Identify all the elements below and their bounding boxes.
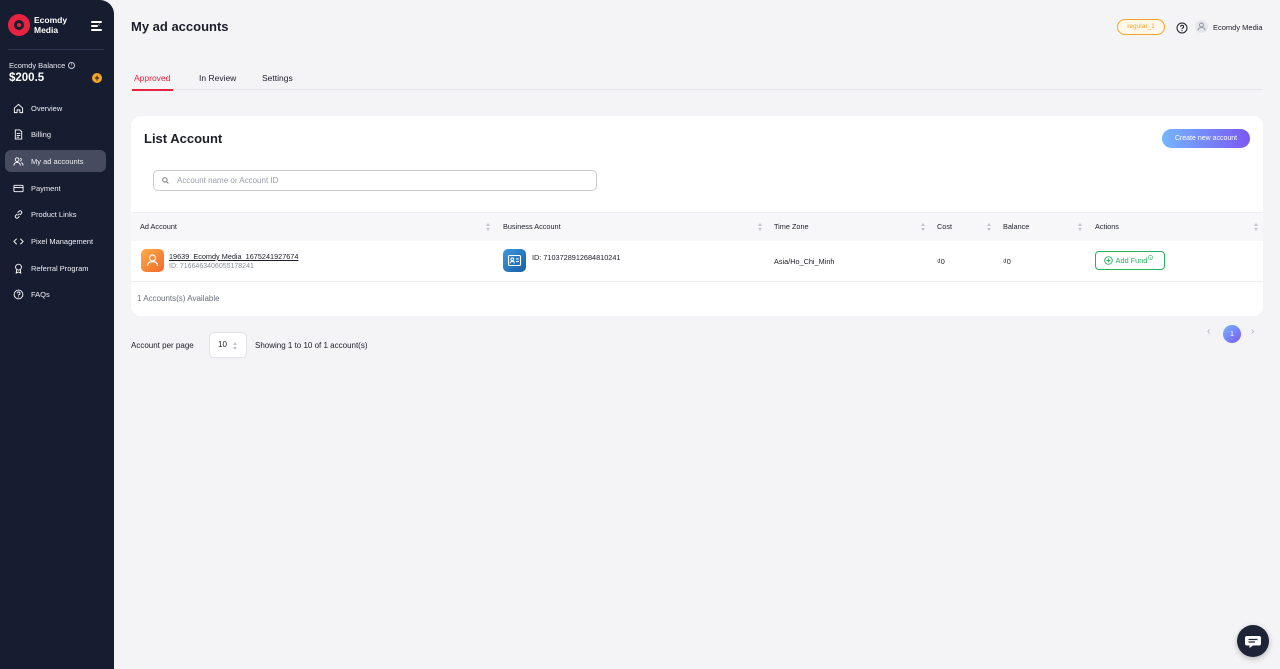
collapse-menu-icon[interactable]	[91, 20, 103, 32]
column-cost[interactable]: Cost	[937, 222, 952, 231]
document-icon	[13, 129, 24, 140]
sidebar-item-billing[interactable]: Billing	[5, 124, 106, 146]
ad-account-id: ID: 7166463406055178241	[169, 263, 254, 270]
sidebar-item-label: Billing	[31, 130, 52, 140]
add-fund-label: Add Fund	[1115, 256, 1148, 265]
user-level-badge: regular_1	[1117, 19, 1165, 35]
sort-icon[interactable]	[758, 223, 762, 231]
info-icon[interactable]: i	[68, 62, 76, 69]
per-page-select[interactable]: 10	[209, 332, 247, 358]
previous-page-button[interactable]: ‹	[1207, 326, 1210, 337]
chat-icon	[1245, 636, 1261, 648]
brand-name: Ecomdy Media	[34, 15, 68, 35]
sidebar-item-label: Pixel Management	[31, 236, 94, 246]
user-avatar[interactable]	[1195, 20, 1208, 33]
cost-cell: ₫0	[937, 257, 945, 266]
balance-label: Ecomdy Balance i	[9, 61, 76, 70]
page-title: My ad accounts	[131, 19, 229, 34]
sort-icon[interactable]	[1254, 223, 1258, 231]
table-row: 19639_Ecomdy Media_1675241927674 ID: 716…	[131, 241, 1263, 282]
credit-card-icon	[13, 183, 24, 194]
time-zone-cell: Asia/Ho_Chi_Minh	[774, 257, 835, 266]
add-balance-button[interactable]: +	[92, 73, 102, 83]
user-icon	[1197, 22, 1206, 31]
sidebar: Ecomdy Media Ecomdy Balance i $200.5 + O…	[0, 0, 114, 669]
sidebar-item-product-links[interactable]: Product Links	[5, 204, 106, 226]
sidebar-item-label: Payment	[31, 183, 61, 193]
showing-range-text: Showing 1 to 10 of 1 account(s)	[255, 341, 368, 350]
column-ad-account[interactable]: Ad Account	[140, 222, 177, 231]
search-icon	[162, 177, 169, 184]
sidebar-item-referral-program[interactable]: Referral Program	[5, 257, 106, 279]
brand[interactable]: Ecomdy Media	[8, 14, 74, 36]
business-account-avatar	[503, 249, 526, 272]
add-fund-button[interactable]: Add Fund	[1095, 251, 1165, 270]
sort-icon[interactable]	[921, 223, 925, 231]
accounts-available-count: 1 Accounts(s) Available	[137, 294, 220, 303]
next-page-button[interactable]: ›	[1251, 326, 1254, 337]
plus-circle-icon	[1103, 256, 1113, 265]
sidebar-item-label: Product Links	[31, 210, 77, 220]
help-icon[interactable]	[1176, 21, 1188, 34]
table-header: Ad Account Business Account Time Zone Co…	[131, 212, 1263, 241]
id-card-icon	[507, 254, 522, 267]
user-name[interactable]: Ecomdy Media	[1213, 23, 1263, 32]
sort-icon[interactable]	[1078, 223, 1082, 231]
business-account-id: ID: 7103728912684810241	[532, 253, 621, 262]
sidebar-item-overview[interactable]: Overview	[5, 97, 106, 119]
sidebar-item-label: My ad accounts	[31, 156, 84, 166]
sidebar-item-my-ad-accounts[interactable]: My ad accounts	[5, 150, 106, 173]
award-icon	[13, 263, 24, 274]
search-box	[153, 170, 597, 191]
info-icon	[1148, 255, 1154, 260]
ecomdy-logo-icon	[8, 14, 30, 36]
column-balance[interactable]: Balance	[1003, 222, 1029, 231]
tab-in-review[interactable]: In Review	[199, 73, 236, 90]
search-input[interactable]	[177, 176, 577, 185]
tab-settings[interactable]: Settings	[262, 73, 293, 90]
sidebar-item-label: Referral Program	[31, 263, 89, 273]
select-arrows-icon	[233, 342, 237, 350]
code-icon	[13, 236, 24, 247]
link-icon	[13, 209, 24, 220]
column-actions: Actions	[1095, 222, 1119, 231]
column-business-account[interactable]: Business Account	[503, 222, 561, 231]
sidebar-item-label: Overview	[31, 103, 63, 113]
sidebar-item-faqs[interactable]: FAQs	[5, 284, 106, 306]
account-list-card: List Account Create new account Ad Accou…	[131, 116, 1263, 316]
per-page-label: Account per page	[131, 341, 194, 350]
ad-account-avatar	[141, 249, 164, 272]
ad-account-name-link[interactable]: 19639_Ecomdy Media_1675241927674	[169, 252, 298, 261]
users-icon	[13, 156, 24, 167]
user-icon	[146, 254, 159, 267]
column-time-zone[interactable]: Time Zone	[774, 222, 809, 231]
home-icon	[13, 103, 24, 114]
create-new-account-button[interactable]: Create new account	[1162, 129, 1250, 148]
sidebar-nav: Overview Billing My ad accounts Payment …	[5, 97, 106, 311]
chat-support-button[interactable]	[1237, 625, 1269, 657]
sidebar-divider	[8, 49, 104, 50]
per-page-value: 10	[218, 340, 227, 349]
sidebar-item-pixel-management[interactable]: Pixel Management	[5, 230, 106, 252]
balance-cell: ₫0	[1003, 257, 1011, 266]
balance-label-text: Ecomdy Balance	[9, 61, 66, 70]
account-tabs: Approved In Review Settings	[131, 73, 1263, 91]
help-circle-icon	[13, 289, 24, 300]
sidebar-item-label: FAQs	[31, 290, 50, 300]
card-title: List Account	[144, 131, 223, 146]
sort-icon[interactable]	[486, 223, 490, 231]
tab-approved[interactable]: Approved	[131, 73, 174, 91]
sort-icon[interactable]	[987, 223, 991, 231]
page-1-button[interactable]: 1	[1223, 325, 1241, 343]
balance-value: $200.5	[9, 72, 45, 84]
sidebar-item-payment[interactable]: Payment	[5, 177, 106, 199]
